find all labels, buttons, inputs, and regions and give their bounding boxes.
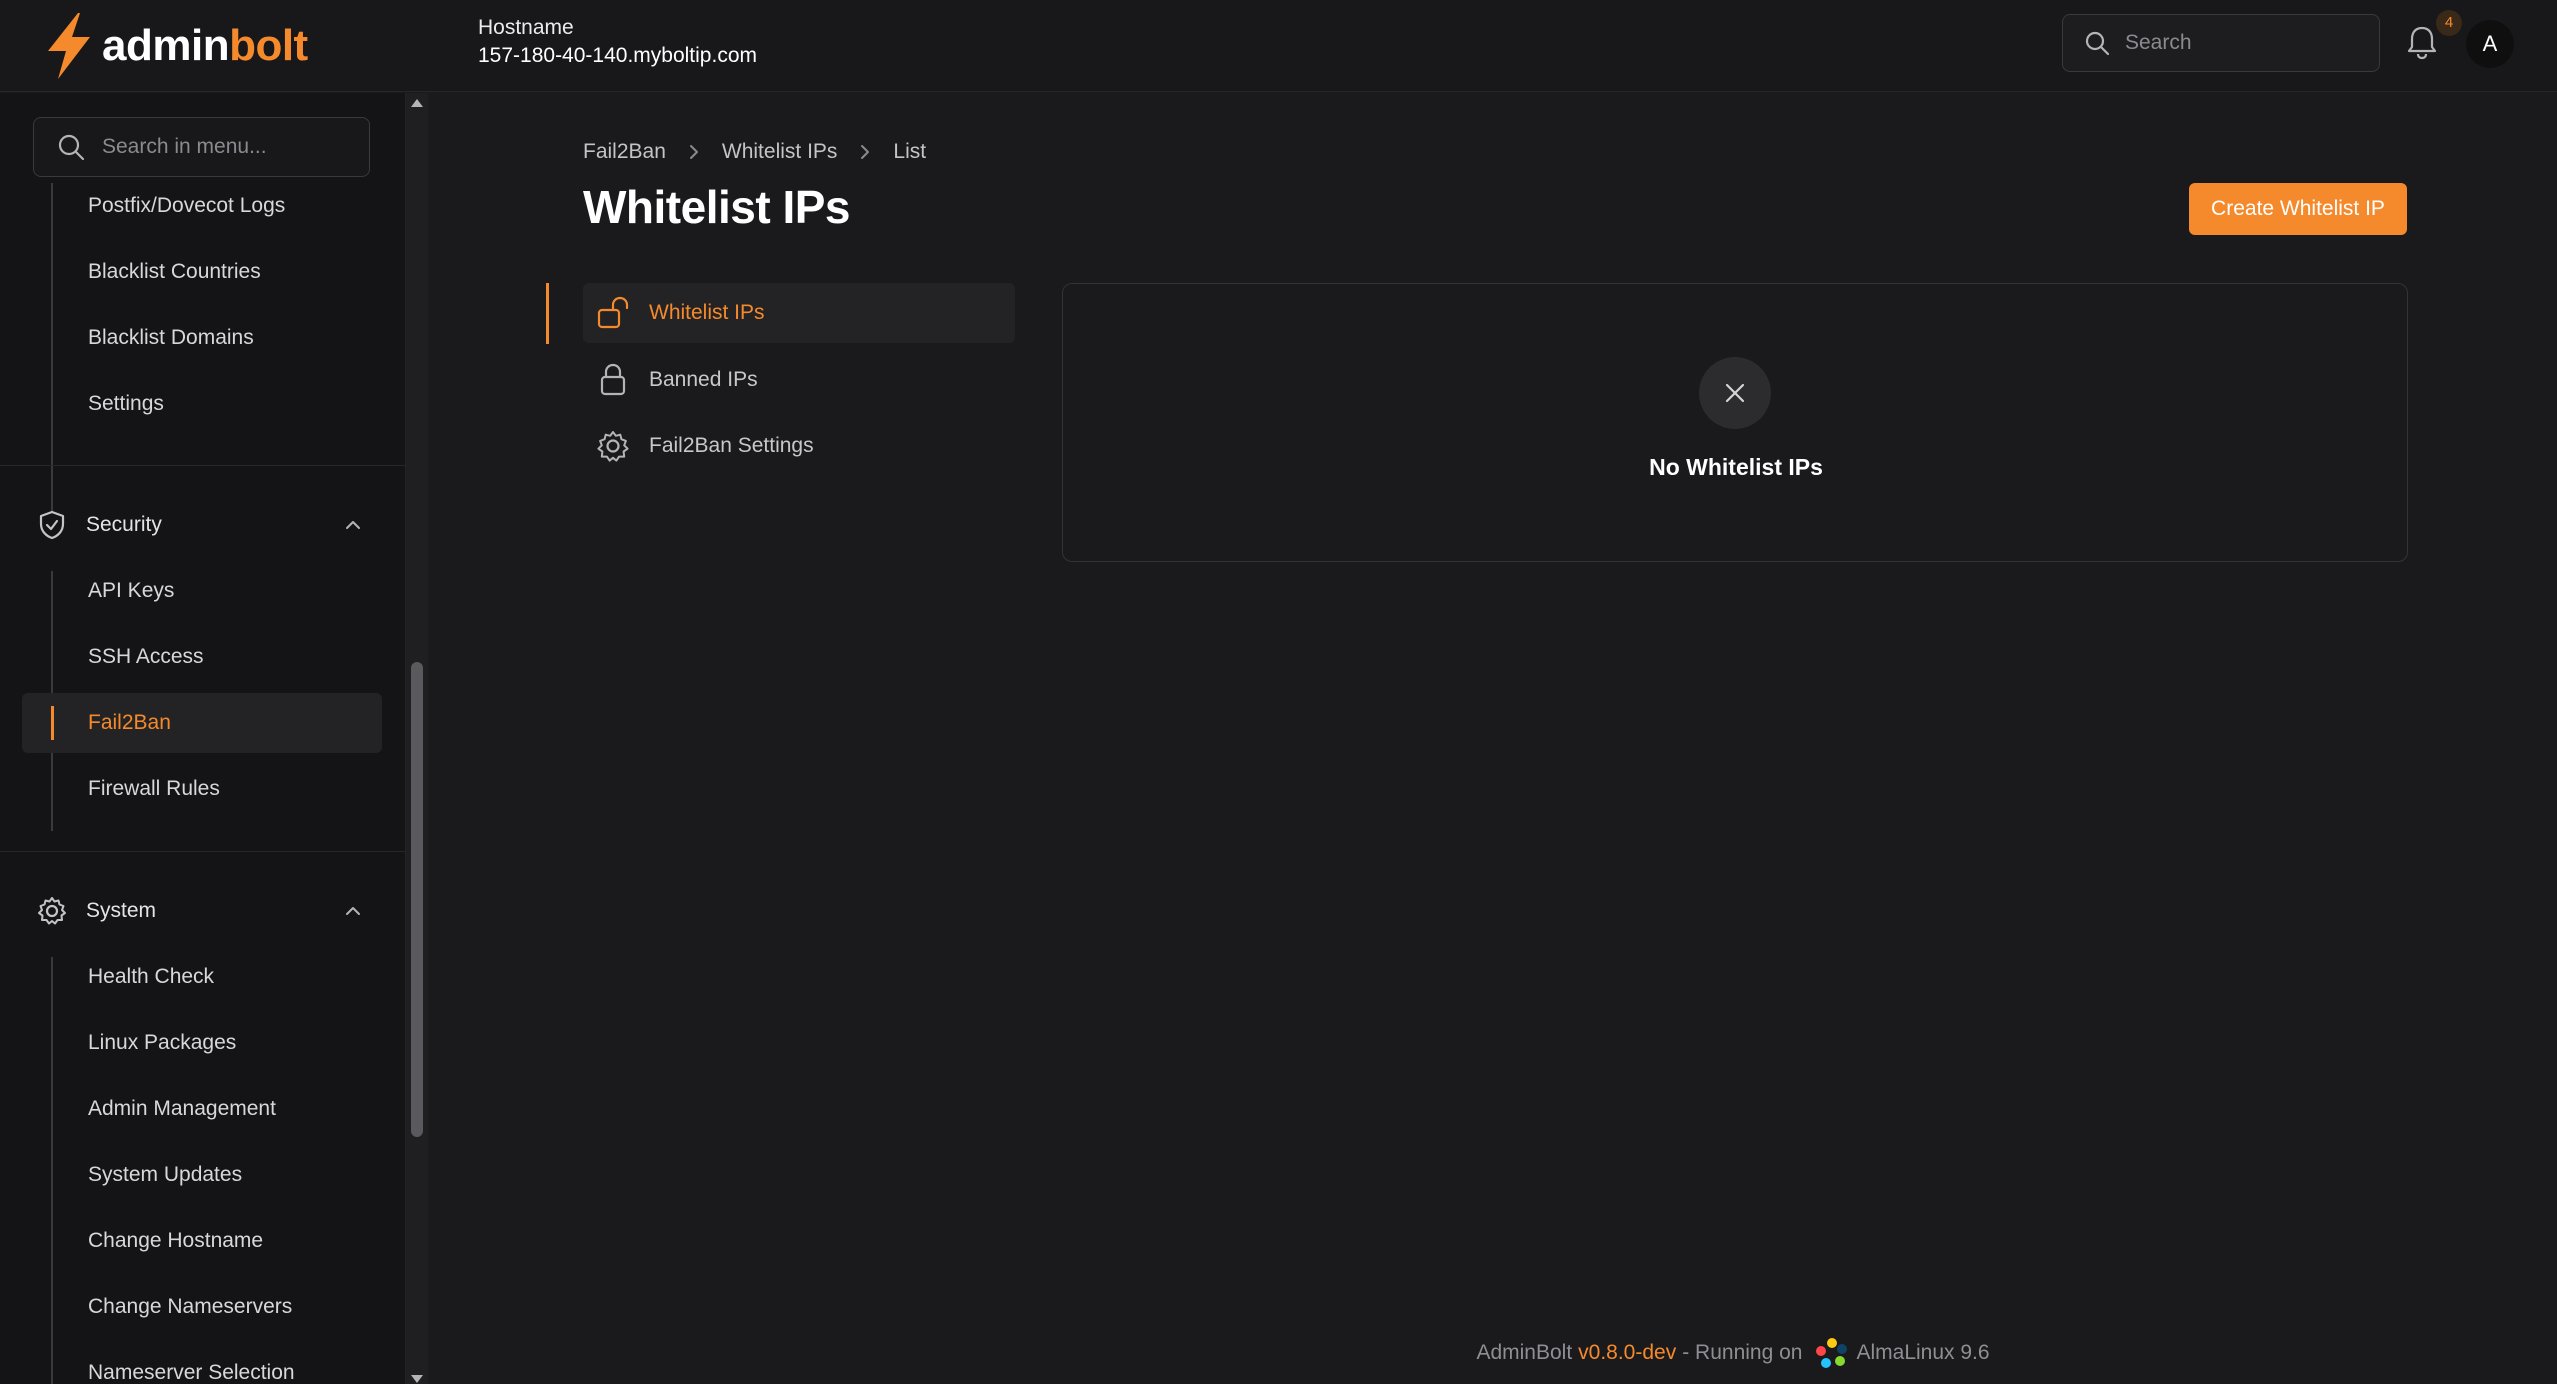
bolt-logo-icon xyxy=(48,13,90,79)
logo-text-admin: admin xyxy=(102,21,230,70)
sidebar-item-change-nameservers[interactable]: Change Nameservers xyxy=(88,1287,292,1327)
empty-state-icon xyxy=(1699,357,1771,429)
chevron-right-icon xyxy=(861,145,870,159)
sidebar-section-label: Security xyxy=(86,513,162,536)
lock-icon xyxy=(600,363,626,396)
bell-icon[interactable] xyxy=(2405,22,2439,62)
hostname-value: 157-180-40-140.myboltip.com xyxy=(478,44,757,67)
sidebar-divider xyxy=(0,851,405,852)
sidebar-item-system-updates[interactable]: System Updates xyxy=(88,1155,242,1195)
gear-icon xyxy=(597,431,629,462)
subnav-label: Fail2Ban Settings xyxy=(649,434,814,457)
breadcrumb-list: List xyxy=(893,140,927,163)
logo-text-bolt: bolt xyxy=(229,21,308,70)
sidebar-item-blacklist-domains[interactable]: Blacklist Domains xyxy=(88,318,254,358)
subnav-label: Banned IPs xyxy=(649,368,758,391)
search-icon xyxy=(2085,31,2110,56)
top-bar: adminbolt Hostname 157-180-40-140.mybolt… xyxy=(0,0,2557,92)
sidebar-item-fail2ban[interactable]: Fail2Ban xyxy=(88,703,171,743)
scroll-down-arrow-icon[interactable] xyxy=(410,1374,424,1384)
shield-check-icon xyxy=(39,510,65,540)
global-search-input[interactable]: Search xyxy=(2062,14,2380,72)
sidebar-section-label: System xyxy=(86,899,157,922)
empty-state-message: No Whitelist IPs xyxy=(1649,454,1823,480)
sidebar-item-postfix-logs[interactable]: Postfix/Dovecot Logs xyxy=(88,186,285,226)
sidebar-active-indicator xyxy=(51,706,54,740)
breadcrumb-fail2ban[interactable]: Fail2Ban xyxy=(583,140,666,164)
chevron-up-icon[interactable] xyxy=(342,900,364,922)
sidebar-item-blacklist-countries[interactable]: Blacklist Countries xyxy=(88,252,261,292)
sidebar-section-security[interactable]: Security xyxy=(36,505,162,545)
sidebar-item-admin-management[interactable]: Admin Management xyxy=(88,1089,276,1129)
page-title: Whitelist IPs xyxy=(583,181,850,233)
subnav-whitelist-ips[interactable]: Whitelist IPs xyxy=(583,283,1015,343)
notification-badge: 4 xyxy=(2436,10,2462,36)
footer: AdminBolt v0.8.0-dev - Running on AlmaLi… xyxy=(0,1335,2557,1371)
sidebar-item-api-keys[interactable]: API Keys xyxy=(88,571,174,611)
subnav-label: Whitelist IPs xyxy=(649,301,765,324)
submenu-line xyxy=(51,183,53,513)
sidebar-item-linux-packages[interactable]: Linux Packages xyxy=(88,1023,236,1063)
create-whitelist-ip-button[interactable]: Create Whitelist IP xyxy=(2189,183,2407,235)
subnav-banned-ips[interactable]: Banned IPs xyxy=(583,350,1015,410)
logo[interactable]: adminbolt xyxy=(40,8,308,84)
sidebar-item-ssh-access[interactable]: SSH Access xyxy=(88,637,204,677)
sidebar-item-settings[interactable]: Settings xyxy=(88,384,164,424)
empty-state-card: No Whitelist IPs xyxy=(1062,283,2408,562)
almalinux-logo-icon xyxy=(1816,1338,1848,1368)
sidebar: Search in menu... Postfix/Dovecot Logs B… xyxy=(0,93,406,1384)
chevron-right-icon xyxy=(689,145,698,159)
footer-os: AlmaLinux 9.6 xyxy=(1856,1341,1990,1364)
sidebar-item-firewall-rules[interactable]: Firewall Rules xyxy=(88,769,220,809)
menu-search-placeholder: Search in menu... xyxy=(102,135,267,158)
global-search-placeholder: Search xyxy=(2125,31,2192,54)
breadcrumb: Fail2Ban Whitelist IPs List xyxy=(583,140,926,164)
sidebar-item-change-hostname[interactable]: Change Hostname xyxy=(88,1221,263,1261)
hostname-block: Hostname 157-180-40-140.myboltip.com xyxy=(478,15,757,71)
breadcrumb-whitelist-ips[interactable]: Whitelist IPs xyxy=(722,140,838,164)
chevron-up-icon[interactable] xyxy=(342,514,364,536)
sidebar-item-active-bg xyxy=(22,693,382,753)
menu-search-input[interactable]: Search in menu... xyxy=(33,117,370,177)
sidebar-item-health-check[interactable]: Health Check xyxy=(88,957,214,997)
sidebar-scroll-thumb[interactable] xyxy=(411,662,423,1137)
sidebar-divider xyxy=(0,465,405,466)
footer-running-on: - Running on xyxy=(1682,1341,1803,1364)
close-icon xyxy=(1725,383,1745,403)
unlock-icon xyxy=(597,296,629,329)
scroll-up-arrow-icon[interactable] xyxy=(410,98,424,108)
footer-version[interactable]: v0.8.0-dev xyxy=(1578,1341,1676,1365)
footer-app-name: AdminBolt xyxy=(1476,1341,1573,1364)
gear-icon xyxy=(38,897,66,925)
subnav-active-indicator xyxy=(546,283,549,344)
search-icon xyxy=(58,134,85,161)
sidebar-section-system[interactable]: System xyxy=(36,891,156,931)
logo-text: adminbolt xyxy=(102,21,308,71)
subnav-fail2ban-settings[interactable]: Fail2Ban Settings xyxy=(583,416,1015,476)
hostname-label: Hostname xyxy=(478,16,574,39)
submenu-line xyxy=(51,957,53,1384)
avatar[interactable]: A xyxy=(2466,20,2514,68)
